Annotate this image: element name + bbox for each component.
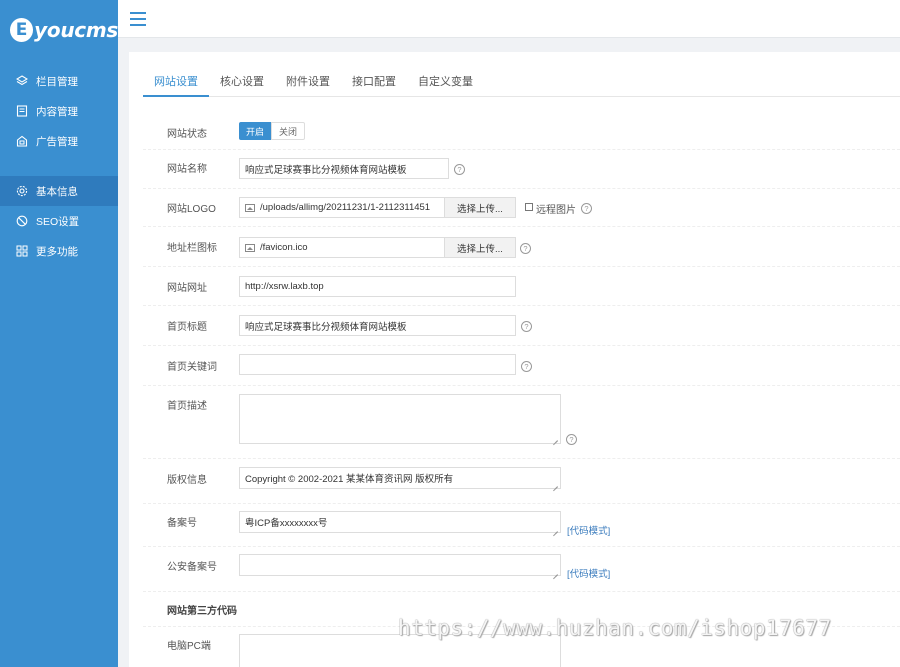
ad-icon — [15, 135, 28, 148]
icp-code-mode-link[interactable]: [代码模式] — [567, 523, 610, 537]
sidebar-item-label: 基本信息 — [36, 185, 78, 198]
resize-handle-icon[interactable] — [552, 569, 558, 575]
favicon-path-value: /favicon.ico — [260, 242, 308, 253]
form-row-home-title: 首页标题 响应式足球赛事比分视频体育网站模板 ? — [143, 306, 900, 346]
police-code-mode-link[interactable]: [代码模式] — [567, 566, 610, 580]
pc-code-label: 电脑PC端 — [167, 641, 211, 652]
icp-label: 备案号 — [167, 518, 197, 529]
favicon-label: 地址栏图标 — [167, 243, 217, 254]
form-row-copyright: 版权信息 Copyright © 2002-2021 某某体育资讯网 版权所有 — [143, 459, 900, 504]
form-row-site-name: 网站名称 响应式足球赛事比分视频体育网站模板 ? — [143, 150, 900, 189]
document-icon — [15, 105, 28, 118]
image-icon — [245, 203, 255, 212]
copyright-textarea[interactable]: Copyright © 2002-2021 某某体育资讯网 版权所有 — [239, 467, 561, 489]
help-icon[interactable]: ? — [521, 321, 532, 332]
logo[interactable]: E youcms — [0, 0, 118, 60]
status-label: 网站状态 — [167, 129, 207, 140]
tab-site-settings[interactable]: 网站设置 — [143, 68, 209, 97]
sidebar-item-more[interactable]: 更多功能 — [0, 236, 118, 266]
top-bar — [118, 0, 900, 38]
form-row-police-record: 公安备案号 [代码模式] — [143, 547, 900, 592]
status-off-button[interactable]: 关闭 — [271, 122, 306, 140]
favicon-path-input[interactable]: /favicon.ico — [239, 237, 445, 258]
tab-core-settings[interactable]: 核心设置 — [209, 68, 275, 97]
form-row-home-description: 首页描述 ? — [143, 386, 900, 459]
third-party-section-title: 网站第三方代码 — [167, 606, 237, 617]
home-title-input[interactable]: 响应式足球赛事比分视频体育网站模板 — [239, 315, 516, 336]
icp-textarea[interactable]: 粤ICP备xxxxxxxx号 — [239, 511, 561, 533]
sidebar-item-label: SEO设置 — [36, 215, 80, 228]
police-record-textarea[interactable] — [239, 554, 561, 576]
sidebar-item-basic-info[interactable]: 基本信息 — [0, 176, 118, 206]
sidebar-item-column[interactable]: 栏目管理 — [0, 66, 118, 96]
home-description-label: 首页描述 — [167, 401, 207, 412]
form-row-home-keywords: 首页关键词 ? — [143, 346, 900, 386]
site-url-input[interactable]: http://xsrw.laxb.top — [239, 276, 516, 297]
tab-bar: 网站设置 核心设置 附件设置 接口配置 自定义变量 — [143, 68, 900, 97]
sidebar-item-ads[interactable]: 广告管理 — [0, 126, 118, 156]
resize-handle-icon[interactable] — [552, 435, 558, 441]
police-record-label: 公安备案号 — [167, 562, 217, 573]
sidebar-item-content[interactable]: 内容管理 — [0, 96, 118, 126]
help-icon[interactable]: ? — [581, 203, 592, 214]
sidebar-item-label: 广告管理 — [36, 135, 78, 148]
sidebar-item-label: 栏目管理 — [36, 75, 78, 88]
logo-text: youcms — [34, 18, 118, 42]
logo-path-value: /uploads/allimg/20211231/1-2112311451 — [260, 202, 431, 213]
home-description-textarea[interactable] — [239, 394, 561, 444]
sidebar-item-label: 更多功能 — [36, 245, 78, 258]
sidebar-separator — [0, 156, 118, 176]
home-keywords-label: 首页关键词 — [167, 362, 217, 373]
copyright-label: 版权信息 — [167, 475, 207, 486]
status-on-button[interactable]: 开启 — [239, 122, 272, 140]
settings-panel: 网站设置 核心设置 附件设置 接口配置 自定义变量 网站状态 开启 关闭 网站名… — [129, 52, 900, 667]
form-row-icp: 备案号 粤ICP备xxxxxxxx号 [代码模式] — [143, 504, 900, 547]
favicon-upload-button[interactable]: 选择上传... — [445, 237, 516, 258]
sidebar-item-seo[interactable]: SEO设置 — [0, 206, 118, 236]
remote-image-checkbox[interactable] — [525, 203, 533, 211]
logo-path-input[interactable]: /uploads/allimg/20211231/1-2112311451 — [239, 197, 445, 218]
form-row-logo: 网站LOGO /uploads/allimg/20211231/1-211231… — [143, 189, 900, 227]
home-title-label: 首页标题 — [167, 322, 207, 333]
form-row-status: 网站状态 开启 关闭 — [143, 112, 900, 150]
help-icon[interactable]: ? — [566, 434, 577, 445]
site-name-input[interactable]: 响应式足球赛事比分视频体育网站模板 — [239, 158, 449, 179]
tab-api-config[interactable]: 接口配置 — [341, 68, 407, 97]
tab-custom-variables[interactable]: 自定义变量 — [407, 68, 484, 97]
remote-image-label: 远程图片 — [536, 205, 576, 216]
help-icon[interactable]: ? — [521, 361, 532, 372]
logo-upload-button[interactable]: 选择上传... — [445, 197, 516, 218]
layers-icon — [15, 75, 28, 88]
seo-icon — [15, 215, 28, 228]
help-icon[interactable]: ? — [520, 243, 531, 254]
grid-icon — [15, 245, 28, 258]
home-keywords-input[interactable] — [239, 354, 516, 375]
status-toggle: 开启 关闭 — [239, 122, 306, 140]
gear-icon — [15, 185, 28, 198]
site-url-label: 网站网址 — [167, 283, 207, 294]
help-icon[interactable]: ? — [454, 164, 465, 175]
watermark-text: https://www.huzhan.com/ishop17677 — [398, 616, 832, 640]
form-row-favicon: 地址栏图标 /favicon.ico 选择上传... ? — [143, 227, 900, 267]
logo-badge: E — [10, 18, 34, 42]
site-name-label: 网站名称 — [167, 164, 207, 175]
resize-handle-icon[interactable] — [552, 481, 558, 487]
resize-handle-icon[interactable] — [552, 526, 558, 532]
form-row-site-url: 网站网址 http://xsrw.laxb.top — [143, 267, 900, 306]
image-icon — [245, 243, 255, 252]
menu-toggle-icon[interactable] — [130, 12, 146, 26]
logo-label: 网站LOGO — [167, 204, 216, 215]
sidebar-item-label: 内容管理 — [36, 105, 78, 118]
tab-attachment-settings[interactable]: 附件设置 — [275, 68, 341, 97]
sidebar: E youcms 栏目管理 内容管理 广告管理 基本信息 SEO设置 更多功能 — [0, 0, 118, 667]
